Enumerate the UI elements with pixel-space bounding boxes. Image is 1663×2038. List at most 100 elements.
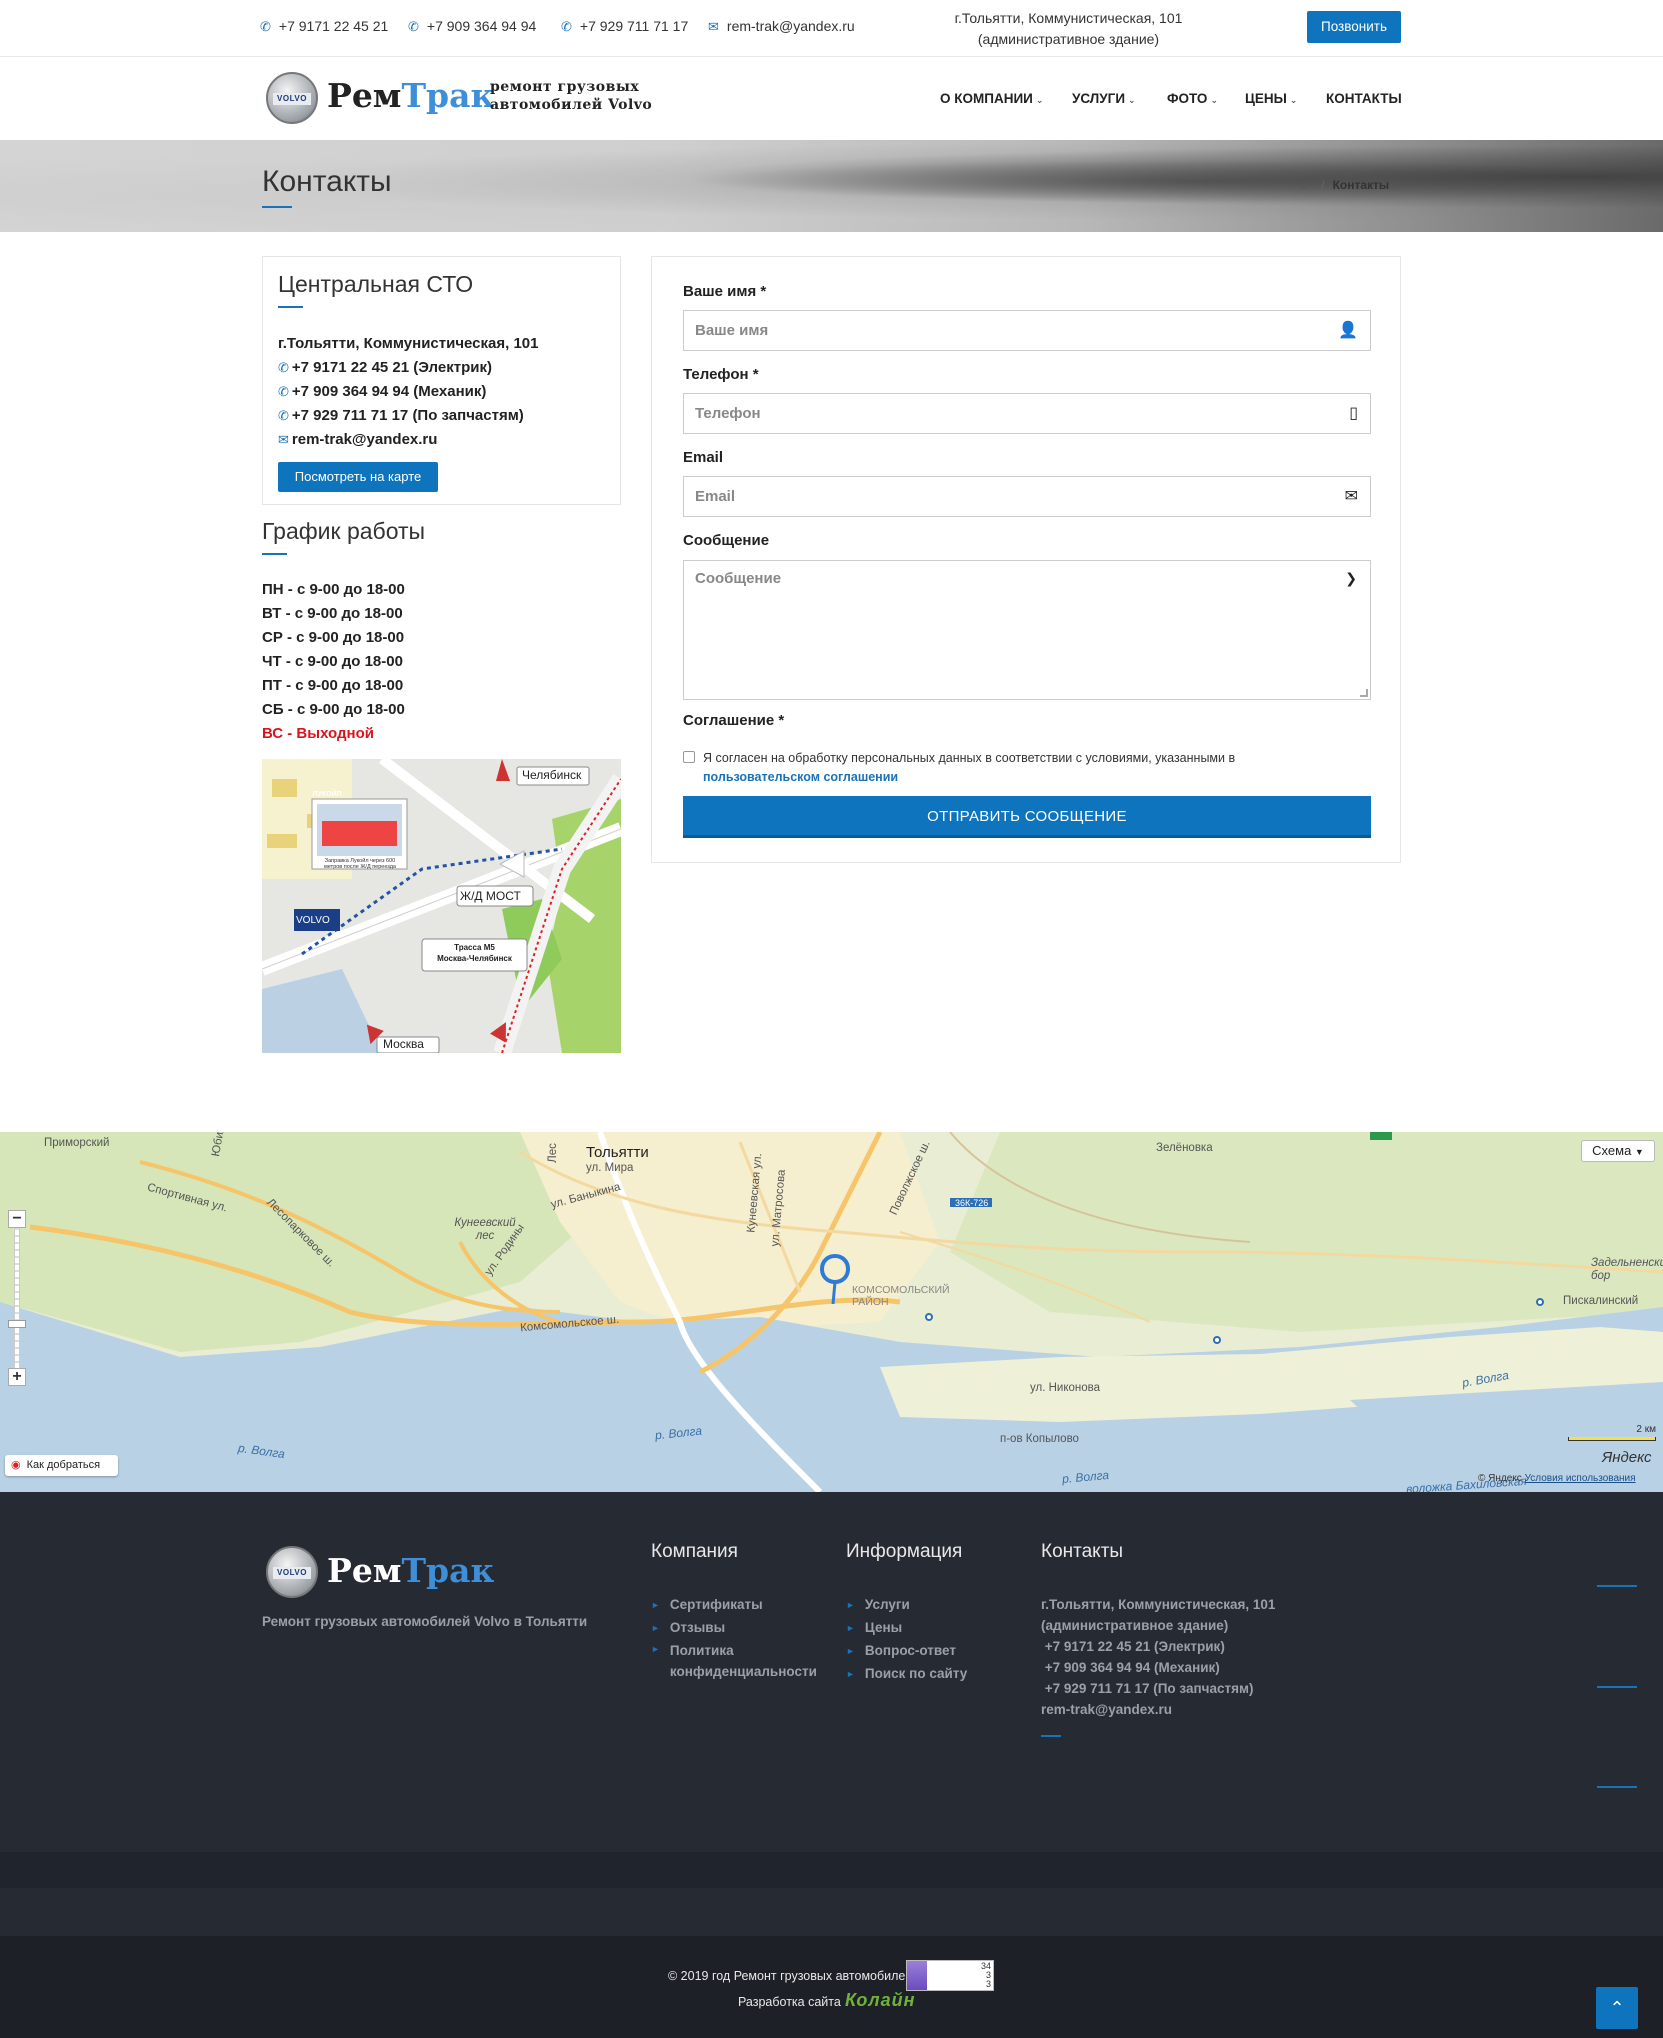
envelope-icon: ✉ [278, 432, 289, 447]
side-divider [1597, 1686, 1637, 1688]
footer-divider [1041, 1735, 1061, 1737]
schedule-day: ЧТ - с 9-00 до 18-00 [262, 653, 403, 670]
yandex-logo: Яндекс [1602, 1449, 1652, 1466]
footer-link[interactable]: ► Вопрос-ответ [846, 1640, 967, 1663]
view-on-map-button[interactable]: Посмотреть на карте [278, 462, 438, 492]
phone-icon: ✆ [278, 360, 289, 375]
zoom-in-button[interactable]: + [8, 1368, 26, 1386]
footer-link[interactable]: ► Поиск по сайту [846, 1663, 967, 1686]
envelope-icon: ✉ [708, 19, 719, 34]
footer-link[interactable]: ► Политика конфиденциальности [651, 1640, 831, 1682]
map-label: ул. Мира [586, 1162, 634, 1174]
schedule-day: СБ - с 9-00 до 18-00 [262, 701, 405, 718]
message-textarea[interactable]: Сообщение ❯ [683, 560, 1371, 700]
footer-company-title: Компания [651, 1541, 738, 1562]
footer-link[interactable]: ► Услуги [846, 1594, 967, 1617]
chevron-down-icon: ⌄ [1289, 95, 1298, 105]
terms-link[interactable]: Условия использования [1525, 1473, 1636, 1484]
nav-item-contacts[interactable]: КОНТАКТЫ [1326, 91, 1402, 106]
footer-link[interactable]: ► Отзывы [651, 1617, 831, 1640]
zoom-slider[interactable] [14, 1228, 20, 1368]
footer-logo[interactable]: VOLVO РемТрак [262, 1543, 494, 1599]
phone-icon: ✆ [260, 19, 271, 34]
page-title-band: Контакты ⌂ / Контакты [0, 140, 1663, 232]
bottom-bar [0, 1936, 1663, 2038]
map-type-select[interactable]: Схема ▼ [1581, 1140, 1655, 1162]
call-button[interactable]: Позвонить [1307, 11, 1401, 43]
footer-contacts-title: Контакты [1041, 1541, 1124, 1562]
phone-icon: ✆ [278, 384, 289, 399]
map-label: п-ов Копылово [1000, 1433, 1079, 1445]
agreement-label: Соглашение * [683, 712, 785, 729]
map-label: Пискалинский [1563, 1295, 1639, 1307]
topbar-phone-1[interactable]: ✆ +7 9171 22 45 21 [260, 18, 388, 35]
schedule-day: ПТ - с 9-00 до 18-00 [262, 677, 404, 694]
station-email[interactable]: ✉ rem-trak@yandex.ru [278, 428, 538, 452]
footer-link[interactable]: ► Сертификаты [651, 1594, 831, 1617]
station-phone-1[interactable]: ✆ +7 9171 22 45 21 (Электрик) [278, 356, 538, 380]
yandex-map[interactable]: Приморский Зелёновка Тольятти ул. Мира у… [0, 1132, 1663, 1492]
user-agreement-link[interactable]: пользовательском соглашении [703, 770, 898, 784]
bullet-icon: ► [846, 1623, 855, 1633]
rail-bridge-label: Ж/Д МОСТ [460, 889, 521, 903]
volvo-emblem-icon: VOLVO [266, 1546, 318, 1598]
home-icon[interactable]: ⌂ [1300, 178, 1307, 192]
footer-contacts: г.Тольятти, Коммунистическая, 101 (админ… [1041, 1597, 1276, 1717]
nav-item-photo[interactable]: ФОТО ⌄ [1167, 91, 1218, 106]
volvo-emblem-icon: VOLVO [266, 72, 318, 124]
nav-item-services[interactable]: УСЛУГИ ⌄ [1072, 91, 1136, 106]
page-title: Контакты [262, 165, 392, 198]
submit-button[interactable]: ОТПРАВИТЬ СООБЩЕНИЕ [683, 796, 1371, 838]
name-label: Ваше имя * [683, 283, 767, 300]
email-input[interactable]: Email ✉ [683, 476, 1371, 517]
location-pin-icon: ◉ [11, 1459, 21, 1471]
station-details: г.Тольятти, Коммунистическая, 101 ✆ +7 91… [278, 332, 538, 452]
agreement-checkbox[interactable] [683, 751, 695, 763]
topbar-phone-2[interactable]: ✆ +7 909 364 94 94 [408, 18, 536, 35]
bullet-icon: ► [846, 1646, 855, 1656]
lukoil-label: ЛУКОЙЛ [312, 791, 342, 798]
map-city-label: Тольятти [586, 1144, 649, 1161]
station-phone-3[interactable]: ✆ +7 929 711 71 17 (По запчастям) [278, 404, 538, 428]
visitor-counter[interactable]: 34 3 3 [906, 1960, 994, 1991]
resize-handle[interactable] [1360, 689, 1368, 697]
message-label: Сообщение [683, 532, 770, 549]
footer-company-links: ► Сертификаты ► Отзывы ► Политика конфиденц… [651, 1594, 831, 1682]
bullet-icon: ► [651, 1623, 660, 1633]
chevron-down-icon: ❯ [1345, 570, 1357, 586]
footer-info-title: Информация [846, 1541, 963, 1562]
topbar-phone-3[interactable]: ✆ +7 929 711 71 17 [561, 18, 688, 35]
developer-label: Разработка сайта [738, 1995, 841, 2009]
chevron-up-icon: ⌃ [1609, 1998, 1625, 2018]
nav-item-prices[interactable]: ЦЕНЫ ⌄ [1245, 91, 1297, 106]
scroll-to-top-button[interactable]: ⌃ [1596, 1987, 1638, 2029]
topbar-address: г.Тольятти, Коммунистическая, 101 (админ… [954, 10, 1183, 47]
email-label: Email [683, 449, 724, 466]
name-input[interactable]: Ваше имя 👤 [683, 310, 1371, 351]
station-phone-2[interactable]: ✆ +7 909 364 94 94 (Механик) [278, 380, 538, 404]
route-map-drawing [262, 759, 621, 1053]
road-number: 36К-726 [955, 1198, 989, 1208]
header: VOLVO РемТрак ремонт грузовых автомобиле… [0, 57, 1663, 140]
map-label: Приморский [44, 1137, 110, 1149]
title-underline [262, 206, 292, 208]
map-label: Лес [546, 1143, 559, 1163]
directions-button[interactable]: ◉ Как добраться [5, 1455, 118, 1476]
envelope-icon: ✉ [1344, 488, 1358, 505]
station-address: г.Тольятти, Коммунистическая, 101 [278, 335, 539, 352]
phone-input[interactable]: Телефон ▯ [683, 393, 1371, 434]
schedule-day: СР - с 9-00 до 18-00 [262, 629, 405, 646]
zoom-out-button[interactable]: − [8, 1210, 26, 1228]
developer-logo[interactable]: Колайн [845, 1990, 915, 2011]
site-logo[interactable]: VOLVO РемТрак ремонт грузовых автомобиле… [262, 72, 662, 128]
chelyabinsk-label: Челябинск [522, 768, 582, 782]
breadcrumb: ⌂ / Контакты [1300, 178, 1390, 192]
footer-link[interactable]: ► Цены [846, 1617, 967, 1640]
map-scale: 2 км [1568, 1424, 1656, 1441]
topbar-email[interactable]: ✉ rem-trak@yandex.ru [708, 18, 855, 35]
schedule-day-off: ВС - Выходной [262, 725, 374, 742]
volvo-sign: VOLVO [296, 915, 330, 926]
phone-icon: ✆ [278, 408, 289, 423]
nav-item-company[interactable]: О КОМПАНИИ ⌄ [940, 91, 1043, 106]
zoom-slider-handle[interactable] [8, 1320, 26, 1328]
